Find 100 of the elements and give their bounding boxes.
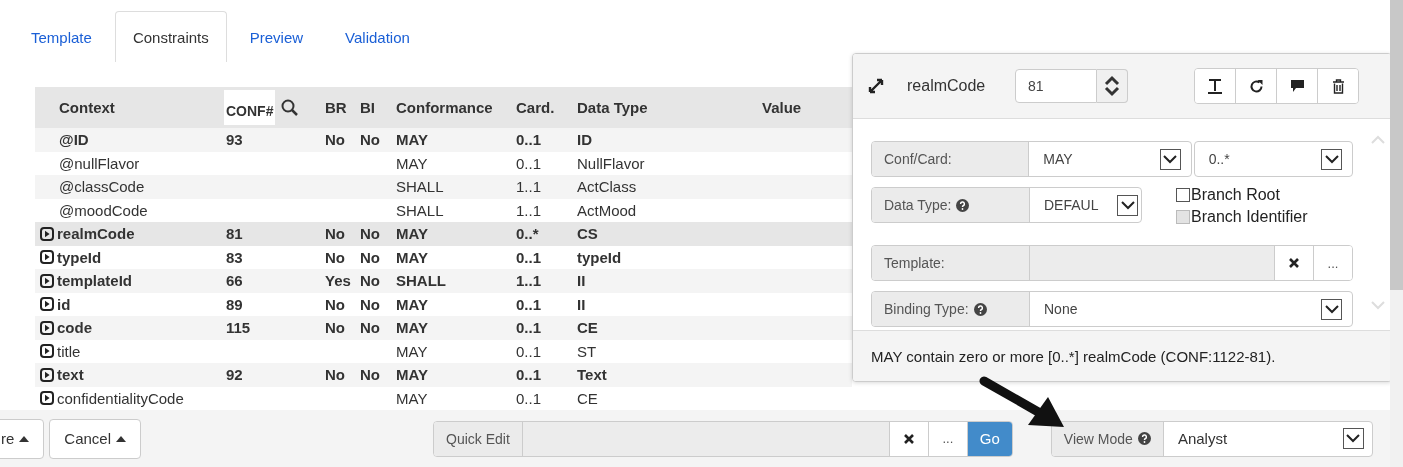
table-cell: CE <box>577 319 598 337</box>
expand-icon[interactable] <box>40 226 54 241</box>
refresh-button[interactable] <box>1236 69 1277 103</box>
close-icon <box>1288 257 1300 269</box>
table-cell: MAY <box>396 248 428 266</box>
table-row[interactable]: id 89 No No MAY 0..1 II <box>35 292 852 316</box>
table-cell: No <box>325 131 345 149</box>
caret-up-icon <box>116 435 127 442</box>
table-cell: SHALL <box>396 201 444 219</box>
table-cell: No <box>360 366 380 384</box>
expand-icon[interactable] <box>40 297 54 312</box>
table-cell: No <box>325 295 345 313</box>
table-cell: CE <box>577 389 598 407</box>
expand-arrows-icon[interactable] <box>867 77 885 95</box>
table-row[interactable]: @nullFlavor MAY 0..1 NullFlavor <box>35 151 852 175</box>
table-cell: 0..1 <box>516 248 542 266</box>
table-cell: 83 <box>226 248 243 266</box>
table-cell: No <box>360 248 380 266</box>
table-cell: MAY <box>396 319 428 337</box>
refresh-icon <box>1248 78 1264 94</box>
table-cell: No <box>360 319 380 337</box>
table-cell: II <box>577 295 586 313</box>
cardinality-select[interactable]: 0..* <box>1194 142 1352 176</box>
table-cell[interactable]: title <box>57 342 81 360</box>
table-cell: 0..1 <box>516 389 542 407</box>
checkbox[interactable]: Branch Root <box>1176 186 1308 204</box>
table-cell[interactable]: @moodCode <box>59 201 148 219</box>
expand-icon[interactable] <box>40 367 54 382</box>
table-row[interactable]: realmCode 81 No No MAY 0..* CS <box>35 222 852 246</box>
table-cell: 0..1 <box>516 342 542 360</box>
table-cell: SHALL <box>396 272 446 290</box>
table-row[interactable]: @classCode SHALL 1..1 ActClass <box>35 175 852 199</box>
table-cell[interactable]: code <box>57 319 92 337</box>
table-cell: No <box>325 366 345 384</box>
table-cell[interactable]: @ID <box>59 131 89 149</box>
expand-icon[interactable] <box>40 344 54 359</box>
table-cell: 0..1 <box>516 131 542 149</box>
dropdown-button[interactable] <box>1321 148 1342 170</box>
caret-up-icon <box>19 435 30 442</box>
table-row[interactable]: templateId 66 Yes No SHALL 1..1 II <box>35 269 852 293</box>
spinner-button[interactable] <box>1097 69 1128 103</box>
go-button[interactable]: Go <box>967 421 1012 456</box>
table-row[interactable]: text 92 No No MAY 0..1 Text <box>35 363 852 387</box>
table-cell[interactable]: templateId <box>57 272 132 290</box>
table-row[interactable]: @moodCode SHALL 1..1 ActMood <box>35 198 852 222</box>
tab[interactable]: Preview <box>230 11 323 62</box>
number-field[interactable]: 81 <box>1015 69 1097 103</box>
table-cell: 81 <box>226 225 243 243</box>
dropup-button[interactable]: Cancel <box>49 418 142 459</box>
table-cell: ST <box>577 342 597 360</box>
table-cell: 92 <box>226 366 243 384</box>
table-cell: ActMood <box>577 201 637 219</box>
delete-button[interactable] <box>1318 69 1358 103</box>
tab[interactable]: Constraints <box>114 11 227 62</box>
table-cell: Yes <box>325 272 351 290</box>
search-icon[interactable] <box>281 99 299 116</box>
table-cell: No <box>325 319 345 337</box>
table-cell: 0..* <box>516 225 539 243</box>
table-cell[interactable]: text <box>57 366 84 384</box>
expand-icon[interactable] <box>40 250 54 265</box>
text-format-button[interactable] <box>1195 69 1236 103</box>
table-cell: No <box>360 272 380 290</box>
table-cell[interactable]: realmCode <box>57 225 135 243</box>
table-cell: MAY <box>396 154 428 172</box>
table-cell: Text <box>577 366 607 384</box>
table-cell[interactable]: @nullFlavor <box>59 154 140 172</box>
table-cell: MAY <box>396 389 428 407</box>
table-cell: 0..1 <box>516 154 542 172</box>
table-cell: CS <box>577 225 598 243</box>
table-cell: ActClass <box>577 178 637 196</box>
expand-icon[interactable] <box>40 391 54 406</box>
table-cell: No <box>360 131 380 149</box>
table-row[interactable]: @ID 93 No No MAY 0..1 ID <box>35 128 852 152</box>
tab[interactable]: Template <box>12 11 111 62</box>
table-cell: 115 <box>226 319 251 337</box>
table-cell: typeId <box>577 248 622 266</box>
table-cell: MAY <box>396 225 428 243</box>
table-cell[interactable]: typeId <box>57 248 102 266</box>
table-cell[interactable]: confidentialityCode <box>57 389 184 407</box>
table-cell: 0..1 <box>516 295 542 313</box>
tab[interactable]: Validation <box>326 11 429 62</box>
expand-icon[interactable] <box>40 320 54 335</box>
table-cell: No <box>360 225 380 243</box>
trash-icon <box>1331 78 1345 94</box>
table-row[interactable]: typeId 83 No No MAY 0..1 typeId <box>35 245 852 269</box>
comment-button[interactable] <box>1277 69 1318 103</box>
expand-icon[interactable] <box>40 273 54 288</box>
table-cell[interactable]: id <box>57 295 71 313</box>
table-cell: MAY <box>396 366 428 384</box>
dropup-button[interactable]: re <box>0 418 45 459</box>
table-row[interactable]: confidentialityCode MAY 0..1 CE <box>35 386 852 410</box>
template-field[interactable] <box>1030 246 1275 280</box>
table-row[interactable]: title MAY 0..1 ST <box>35 339 852 363</box>
column-header[interactable]: CONF# <box>224 90 276 125</box>
quick-edit-field[interactable]: Quick Edit ... Go <box>433 420 1013 457</box>
table-cell: No <box>360 295 380 313</box>
table-cell[interactable]: @classCode <box>59 178 145 196</box>
table-cell: MAY <box>396 295 428 313</box>
table-cell: No <box>325 248 345 266</box>
table-row[interactable]: code 115 No No MAY 0..1 CE <box>35 316 852 340</box>
